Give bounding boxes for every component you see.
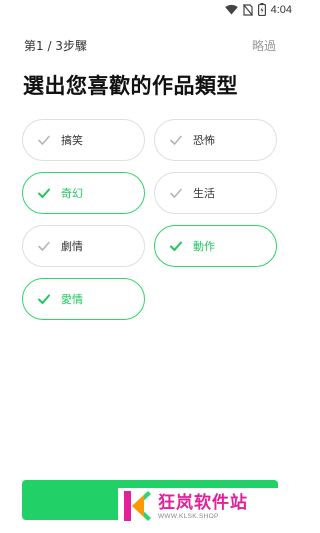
wifi-icon <box>224 4 238 15</box>
page-title: 選出您喜歡的作品類型 <box>23 74 238 98</box>
check-icon <box>38 241 50 251</box>
watermark: 狂岚软件站 WWW.KLSK.SHOP <box>118 488 286 524</box>
genre-chip-label: 愛情 <box>61 293 83 306</box>
status-bar: 4:04 <box>0 0 300 22</box>
genre-chip-label: 生活 <box>193 187 215 200</box>
skip-button[interactable]: 略過 <box>252 37 276 54</box>
watermark-text: 狂岚软件站 <box>158 492 248 513</box>
check-icon <box>38 188 50 198</box>
battery-icon <box>257 3 266 16</box>
genre-chip[interactable]: 奇幻 <box>22 172 145 214</box>
no-sim-icon <box>242 3 253 16</box>
check-icon <box>170 135 182 145</box>
genre-chip[interactable]: 愛情 <box>22 278 145 320</box>
watermark-logo-icon <box>124 491 151 521</box>
check-icon <box>38 135 50 145</box>
check-icon <box>170 188 182 198</box>
genre-chip-label: 搞笑 <box>61 134 83 147</box>
genre-chip[interactable]: 劇情 <box>22 225 145 267</box>
genre-chip[interactable]: 動作 <box>154 225 277 267</box>
genre-chip-label: 奇幻 <box>61 187 83 200</box>
status-time: 4:04 <box>270 3 292 16</box>
genre-chip-label: 動作 <box>193 240 215 253</box>
check-icon <box>38 294 50 304</box>
genre-chip[interactable]: 搞笑 <box>22 119 145 161</box>
genre-chip[interactable]: 生活 <box>154 172 277 214</box>
genre-chip[interactable]: 恐怖 <box>154 119 277 161</box>
genre-chip-label: 恐怖 <box>193 134 215 147</box>
genre-chip-label: 劇情 <box>61 240 83 253</box>
watermark-url: WWW.KLSK.SHOP <box>158 512 219 520</box>
step-indicator: 第1 / 3步驟 <box>24 39 87 53</box>
check-icon <box>170 241 182 251</box>
status-icons: 4:04 <box>224 3 292 16</box>
